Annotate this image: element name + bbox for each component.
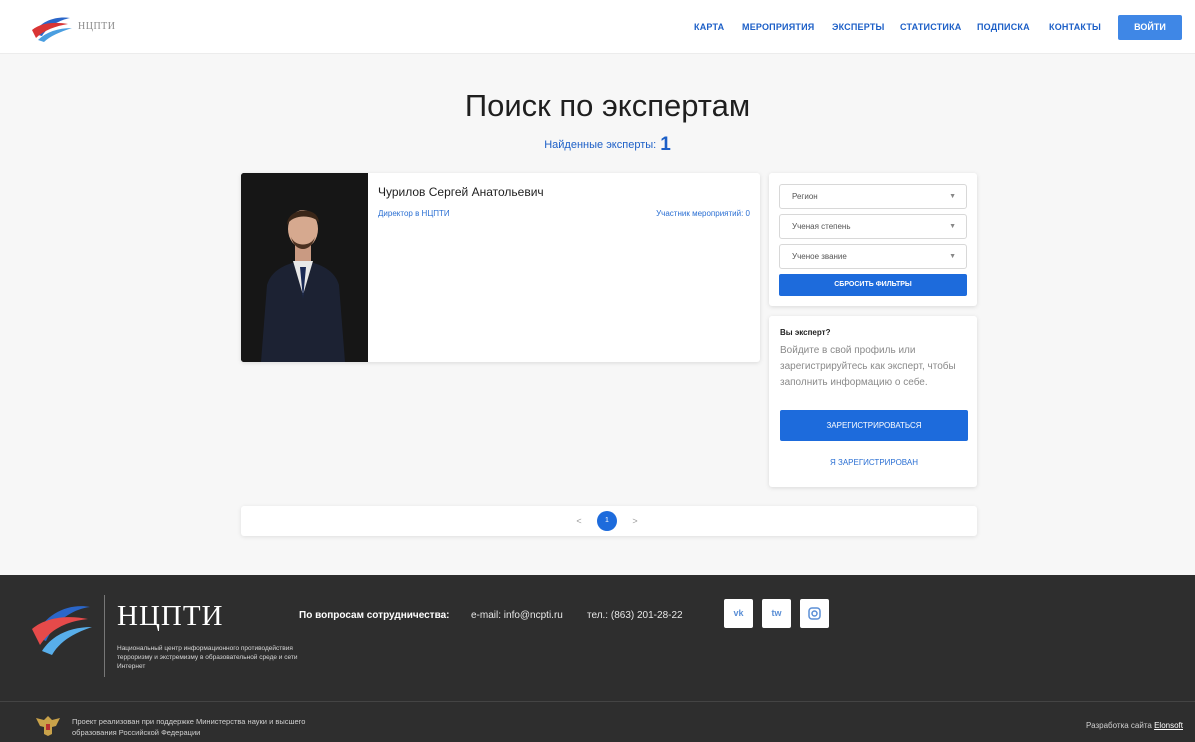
register-button[interactable]: ЗАРЕГИСТРИРОВАТЬСЯ [780, 410, 968, 441]
nav-map[interactable]: КАРТА [694, 22, 724, 32]
reset-filters-button[interactable]: СБРОСИТЬ ФИЛЬТРЫ [779, 274, 967, 296]
nav-events[interactable]: МЕРОПРИЯТИЯ [742, 22, 814, 32]
page-title: Поиск по экспертам [464, 88, 751, 123]
chevron-down-icon: ▼ [949, 193, 956, 200]
footer-brand: НЦПТИ [117, 600, 224, 632]
developer-label: Разработка сайта [1086, 721, 1152, 730]
pagination-page-current[interactable]: 1 [597, 511, 617, 531]
site-footer: НЦПТИ Национальный центр информационного… [0, 575, 1195, 742]
degree-select[interactable]: Ученая степень ▼ [779, 214, 967, 239]
footer-divider [104, 595, 105, 677]
chevron-down-icon: ▼ [949, 223, 956, 230]
footer-bottom: Проект реализован при поддержке Министер… [0, 701, 1195, 742]
support-text: Проект реализован при поддержке Министер… [72, 717, 306, 737]
cooperation-phone[interactable]: тел.: (863) 201-28-22 [587, 610, 683, 621]
already-registered-link[interactable]: Я ЗАРЕГИСТРИРОВАН [780, 458, 968, 467]
expert-photo[interactable] [241, 173, 368, 362]
expert-question: Вы эксперт? [780, 328, 831, 337]
pagination-next[interactable]: > [628, 514, 642, 528]
logo-icon[interactable] [30, 12, 74, 44]
filters-panel: Регион ▼ Ученая степень ▼ Ученое звание … [769, 173, 977, 306]
nav-experts[interactable]: ЭКСПЕРТЫ [832, 22, 885, 32]
nav-contacts[interactable]: КОНТАКТЫ [1049, 22, 1101, 32]
footer-top: НЦПТИ Национальный центр информационного… [0, 575, 1195, 701]
expert-position: Директор в НЦПТИ [378, 209, 450, 218]
found-experts: Найденные эксперты: 1 [0, 134, 1195, 156]
site-header: НЦПТИ КАРТА МЕРОПРИЯТИЯ ЭКСПЕРТЫ СТАТИСТ… [0, 0, 1195, 54]
cooperation-email[interactable]: e-mail: info@ncpti.ru [471, 610, 563, 621]
footer-description: Национальный центр информационного проти… [117, 645, 298, 670]
logo-text[interactable]: НЦПТИ [78, 21, 116, 32]
expert-card[interactable]: Чурилов Сергей Анатольевич Директор в НЦ… [241, 173, 760, 362]
developer-link[interactable]: Elonsoft [1154, 721, 1183, 730]
instagram-icon[interactable] [800, 599, 829, 628]
pagination-prev[interactable]: < [572, 514, 586, 528]
login-button[interactable]: ВОЙТИ [1118, 15, 1182, 40]
academic-title-select-value: Ученое звание [792, 252, 847, 261]
expert-events-count: Участник мероприятий: 0 [656, 209, 750, 218]
region-select-value: Регион [792, 192, 818, 201]
developer-credit: Разработка сайта Elonsoft [1086, 721, 1183, 730]
found-label: Найденные эксперты: [544, 139, 657, 151]
chevron-down-icon: ▼ [949, 253, 956, 260]
nav-statistics[interactable]: СТАТИСТИКА [900, 22, 961, 32]
coat-of-arms-icon [36, 716, 60, 736]
nav-subscription[interactable]: ПОДПИСКА [977, 22, 1030, 32]
expert-description: Войдите в свой профиль или зарегистрируй… [780, 345, 956, 388]
instagram-glyph [808, 607, 821, 620]
cooperation-label: По вопросам сотрудничества: [299, 610, 450, 621]
academic-title-select[interactable]: Ученое звание ▼ [779, 244, 967, 269]
vk-icon[interactable]: vk [724, 599, 753, 628]
footer-logo-icon [32, 606, 92, 655]
expert-register-panel: Вы эксперт? Войдите в свой профиль или з… [769, 316, 977, 487]
twitter-icon[interactable]: tw [762, 599, 791, 628]
pagination: < 1 > [241, 506, 977, 536]
region-select[interactable]: Регион ▼ [779, 184, 967, 209]
degree-select-value: Ученая степень [792, 222, 851, 231]
found-count: 1 [660, 134, 671, 155]
expert-name[interactable]: Чурилов Сергей Анатольевич [378, 185, 544, 199]
